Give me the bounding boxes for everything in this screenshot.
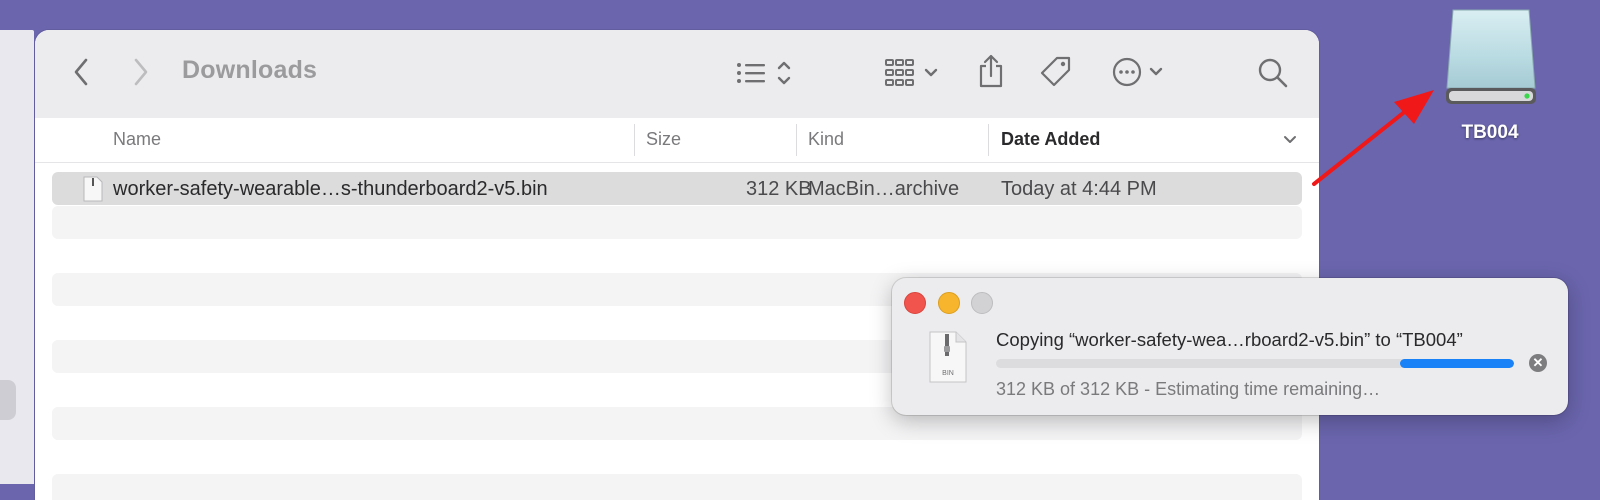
copy-progress-dialog: BIN Copying “worker-safety-wea…rboard2-v… <box>892 278 1568 415</box>
copy-status: 312 KB of 312 KB - Estimating time remai… <box>996 379 1381 399</box>
background-window <box>0 30 34 484</box>
empty-row <box>52 206 1302 239</box>
search-icon[interactable] <box>1257 56 1289 90</box>
file-kind: MacBin…archive <box>808 178 960 200</box>
file-size: 312 KB <box>746 178 812 200</box>
column-size[interactable]: Size <box>646 129 681 150</box>
bin-file-icon <box>82 175 104 203</box>
empty-row <box>52 474 1302 500</box>
share-icon[interactable] <box>976 52 1006 90</box>
drive-label: TB004 <box>1461 122 1519 143</box>
toolbar: Downloads <box>35 30 1319 119</box>
progress-bar <box>996 359 1514 368</box>
minimize-button[interactable] <box>938 292 960 314</box>
annotation-arrow <box>1312 90 1434 186</box>
grid-group-icon[interactable] <box>884 57 946 89</box>
finder-window: Downloads Name Size Kind Date Added work… <box>35 30 1319 500</box>
column-kind[interactable]: Kind <box>808 129 844 150</box>
ellipsis-circle-icon[interactable] <box>1111 55 1173 89</box>
table-row[interactable]: worker-safety-wearable…s-thunderboard2-v… <box>52 172 1302 205</box>
stop-copy-button[interactable]: ✕ <box>1529 354 1547 372</box>
close-button[interactable] <box>904 292 926 314</box>
copy-message: Copying “worker-safety-wea…rboard2-v5.bi… <box>996 329 1463 350</box>
window-title: Downloads <box>182 56 318 84</box>
chevron-right-icon[interactable] <box>129 56 153 88</box>
column-separator[interactable] <box>796 124 797 156</box>
chevron-left-icon[interactable] <box>69 56 93 88</box>
file-date-added: Today at 4:44 PM <box>1001 178 1157 200</box>
file-icon-label: BIN <box>942 370 954 377</box>
column-date-added[interactable]: Date Added <box>1001 129 1100 150</box>
tag-icon[interactable] <box>1039 55 1073 89</box>
list-view-icon[interactable] <box>735 58 797 88</box>
background-window-selection <box>0 380 16 420</box>
column-separator[interactable] <box>634 124 635 156</box>
file-name: worker-safety-wearable…s-thunderboard2-v… <box>113 178 548 200</box>
progress-fill <box>1400 359 1514 368</box>
zoom-button <box>971 292 993 314</box>
column-name[interactable]: Name <box>113 129 161 150</box>
sort-chevron-down-icon[interactable] <box>1282 132 1298 148</box>
column-header: Name Size Kind Date Added <box>35 118 1319 163</box>
external-drive-icon[interactable] <box>1443 8 1539 108</box>
column-separator[interactable] <box>988 124 989 156</box>
